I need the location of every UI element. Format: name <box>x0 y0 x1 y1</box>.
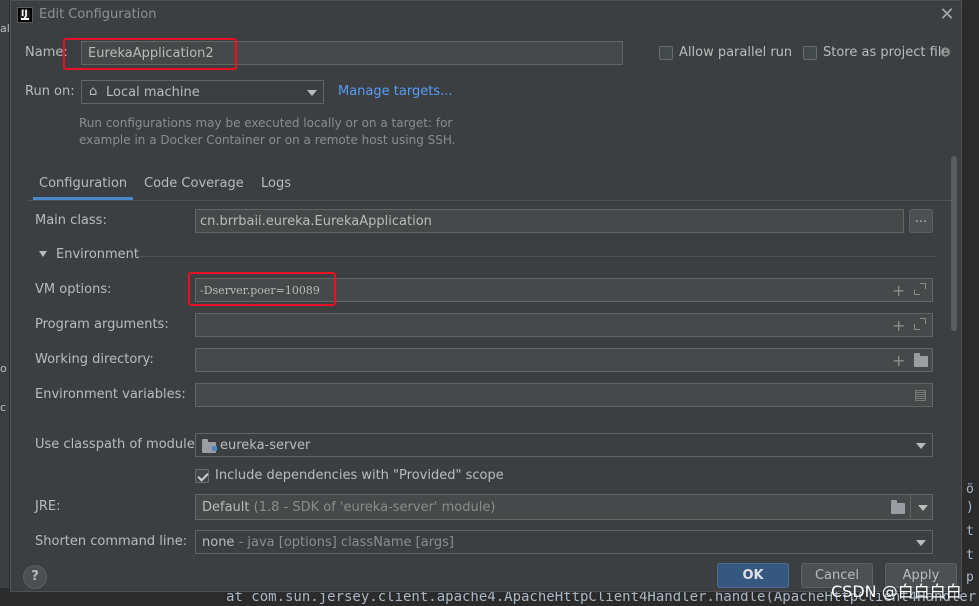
run-on-value: Local machine <box>106 85 200 100</box>
jre-default: Default <box>202 500 250 515</box>
hint-line-1: Run configurations may be executed local… <box>79 116 453 130</box>
tab-configuration[interactable]: Configuration <box>32 172 134 200</box>
csdn-watermark: CSDN @白白白白 <box>831 582 962 601</box>
edit-configuration-dialog: IJ Edit Configuration ✕ Name: EurekaAppl… <box>10 0 962 592</box>
environment-variables-label: Environment variables: <box>35 387 186 402</box>
main-class-browse-button[interactable]: ... <box>909 209 933 233</box>
folder-icon[interactable] <box>914 353 928 367</box>
program-arguments-input[interactable]: + <box>195 313 933 337</box>
vm-options-highlight-box <box>188 272 336 306</box>
store-as-project-file-label: Store as project file <box>823 45 950 60</box>
ok-button[interactable]: OK <box>717 563 789 588</box>
jre-value: Default (1.8 - SDK of 'eureka-server' mo… <box>202 500 495 515</box>
jre-detail: (1.8 - SDK of 'eureka-server' module) <box>253 500 496 515</box>
main-class-value: cn.brrbaii.eureka.EurekaApplication <box>200 214 432 229</box>
separator <box>910 495 911 519</box>
chevron-down-icon <box>916 443 926 449</box>
scrollbar-thumb[interactable] <box>951 156 957 331</box>
window-title: Edit Configuration <box>39 7 157 22</box>
ide-left-strip: al o c <box>0 0 10 606</box>
collapse-arrow-icon[interactable] <box>39 251 47 257</box>
ide-left-fragment: c <box>0 401 7 414</box>
allow-parallel-run-label: Allow parallel run <box>679 45 793 60</box>
expand-icon[interactable] <box>914 283 926 295</box>
name-label-text: Name <box>25 45 64 60</box>
folder-icon[interactable] <box>891 500 905 514</box>
shorten-detail: - java [options] className [args] <box>238 535 454 550</box>
expand-icon[interactable] <box>914 318 926 330</box>
plus-icon[interactable]: + <box>892 281 905 300</box>
tab-logs[interactable]: Logs <box>261 172 291 200</box>
run-on-select[interactable]: ⌂ Local machine <box>81 80 324 104</box>
document-icon[interactable]: ▤ <box>914 387 927 403</box>
ide-left-fragment: o <box>0 362 7 375</box>
main-class-input[interactable]: cn.brrbaii.eureka.EurekaApplication <box>195 209 904 233</box>
jre-label: JRE: <box>35 499 61 514</box>
ide-right-fragment: p <box>966 570 974 585</box>
configuration-panel: Main class: cn.brrbaii.eureka.EurekaAppl… <box>27 200 951 556</box>
ide-right-strip: ö ) t t p <box>962 0 979 606</box>
include-dependencies-label: Include dependencies with "Provided" sco… <box>215 468 504 483</box>
name-highlight-box <box>63 38 237 70</box>
shorten-command-line-select[interactable]: none - java [options] className [args] <box>195 530 933 554</box>
shorten-none: none <box>202 535 235 550</box>
working-directory-input[interactable]: + <box>195 348 933 372</box>
jre-select[interactable]: Default (1.8 - SDK of 'eureka-server' mo… <box>195 494 933 520</box>
manage-targets-link[interactable]: Manage targets... <box>338 84 452 99</box>
classpath-module-value: eureka-server <box>220 438 311 453</box>
close-icon[interactable]: ✕ <box>937 4 957 26</box>
shorten-command-line-label: Shorten command line: <box>35 534 188 549</box>
environment-variables-input[interactable]: ▤ <box>195 383 933 407</box>
panel-scrollbar[interactable] <box>951 156 959 576</box>
ide-right-fragment: ö <box>966 482 974 497</box>
include-dependencies-checkbox[interactable] <box>195 469 209 483</box>
run-on-label: Run on: <box>25 84 75 99</box>
ide-right-fragment: t <box>966 524 974 539</box>
intellij-logo-icon: IJ <box>17 7 33 23</box>
hint-line-2: example in a Docker Container or on a re… <box>79 133 456 147</box>
help-button[interactable]: ? <box>23 565 47 589</box>
section-divider <box>136 256 936 257</box>
ide-right-fragment: t <box>966 548 974 563</box>
working-directory-label: Working directory: <box>35 352 154 367</box>
main-class-label: Main class: <box>35 213 107 228</box>
name-label: Name: <box>25 45 68 60</box>
module-folder-icon <box>202 439 217 453</box>
classpath-module-select[interactable]: eureka-server <box>195 433 933 457</box>
chevron-down-icon <box>916 540 926 546</box>
plus-icon[interactable]: + <box>892 316 905 335</box>
tab-code-coverage[interactable]: Code Coverage <box>144 172 244 200</box>
chevron-down-icon <box>307 90 317 96</box>
title-bar[interactable]: IJ Edit Configuration ✕ <box>11 1 961 31</box>
gear-icon[interactable]: ⚙ <box>939 45 952 61</box>
classpath-module-label: Use classpath of module: <box>35 437 200 452</box>
chevron-down-icon[interactable] <box>918 505 928 511</box>
ide-left-fragment: al <box>0 22 10 35</box>
program-arguments-label: Program arguments: <box>35 317 169 332</box>
allow-parallel-run-checkbox[interactable] <box>659 46 673 60</box>
plus-icon[interactable]: + <box>892 351 905 370</box>
home-icon: ⌂ <box>89 84 98 99</box>
environment-section-label[interactable]: Environment <box>56 247 139 262</box>
run-on-hint: Run configurations may be executed local… <box>79 115 456 149</box>
ide-right-fragment: ) <box>966 500 974 515</box>
shorten-value: none - java [options] className [args] <box>202 535 454 550</box>
vm-options-label: VM options: <box>35 282 112 297</box>
store-as-project-file-checkbox[interactable] <box>803 46 817 60</box>
